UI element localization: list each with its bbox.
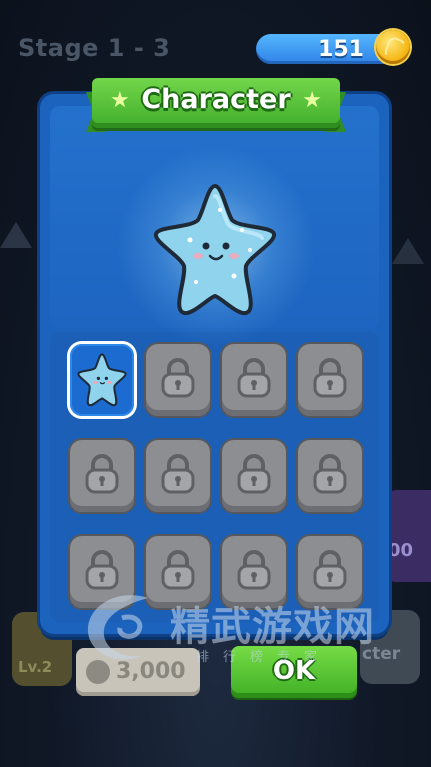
coin-count: 151 [318,37,364,62]
background-mountain-left [0,222,32,248]
stage-label: Stage 1 - 3 [18,34,171,62]
unlock-price: 3,000 [116,659,186,684]
background-character-card-label: cter [362,644,401,664]
blue-star-character-icon [77,353,127,407]
unlock-price-button[interactable]: 3,000 [76,648,200,696]
character-slot-locked[interactable] [146,536,210,608]
padlock-icon [313,358,347,398]
background-level-label: Lv.2 [18,658,53,676]
gold-coin-icon [376,30,410,64]
padlock-icon [161,550,195,590]
padlock-icon [85,454,119,494]
character-slot-locked[interactable] [222,344,286,416]
character-slot-locked[interactable] [298,440,362,512]
character-slot-locked[interactable] [70,536,134,608]
background-purple-card: 00 [386,490,431,582]
padlock-icon [237,358,271,398]
padlock-icon [161,358,195,398]
padlock-icon [237,550,271,590]
character-slot-locked[interactable] [70,440,134,512]
padlock-icon [313,550,347,590]
background-purple-card-label: 00 [388,540,414,561]
star-icon: ★ [302,88,322,113]
coin-icon [86,660,110,684]
background-mountain-right [392,238,424,264]
coin-counter: 151 [256,34,396,64]
blue-star-character [154,184,276,316]
ok-button[interactable]: OK [231,646,357,698]
character-slot-locked[interactable] [298,536,362,608]
padlock-icon [161,454,195,494]
padlock-icon [313,454,347,494]
character-slot-locked[interactable] [222,440,286,512]
character-slot-locked[interactable] [146,440,210,512]
character-slot-locked[interactable] [298,344,362,416]
dialog-title-ribbon: ★ Character ★ [92,78,340,128]
character-slot-locked[interactable] [146,344,210,416]
character-slot-locked[interactable] [222,536,286,608]
ok-button-label: OK [272,656,316,686]
padlock-icon [237,454,271,494]
character-slot-selected[interactable] [70,344,134,416]
padlock-icon [85,550,119,590]
